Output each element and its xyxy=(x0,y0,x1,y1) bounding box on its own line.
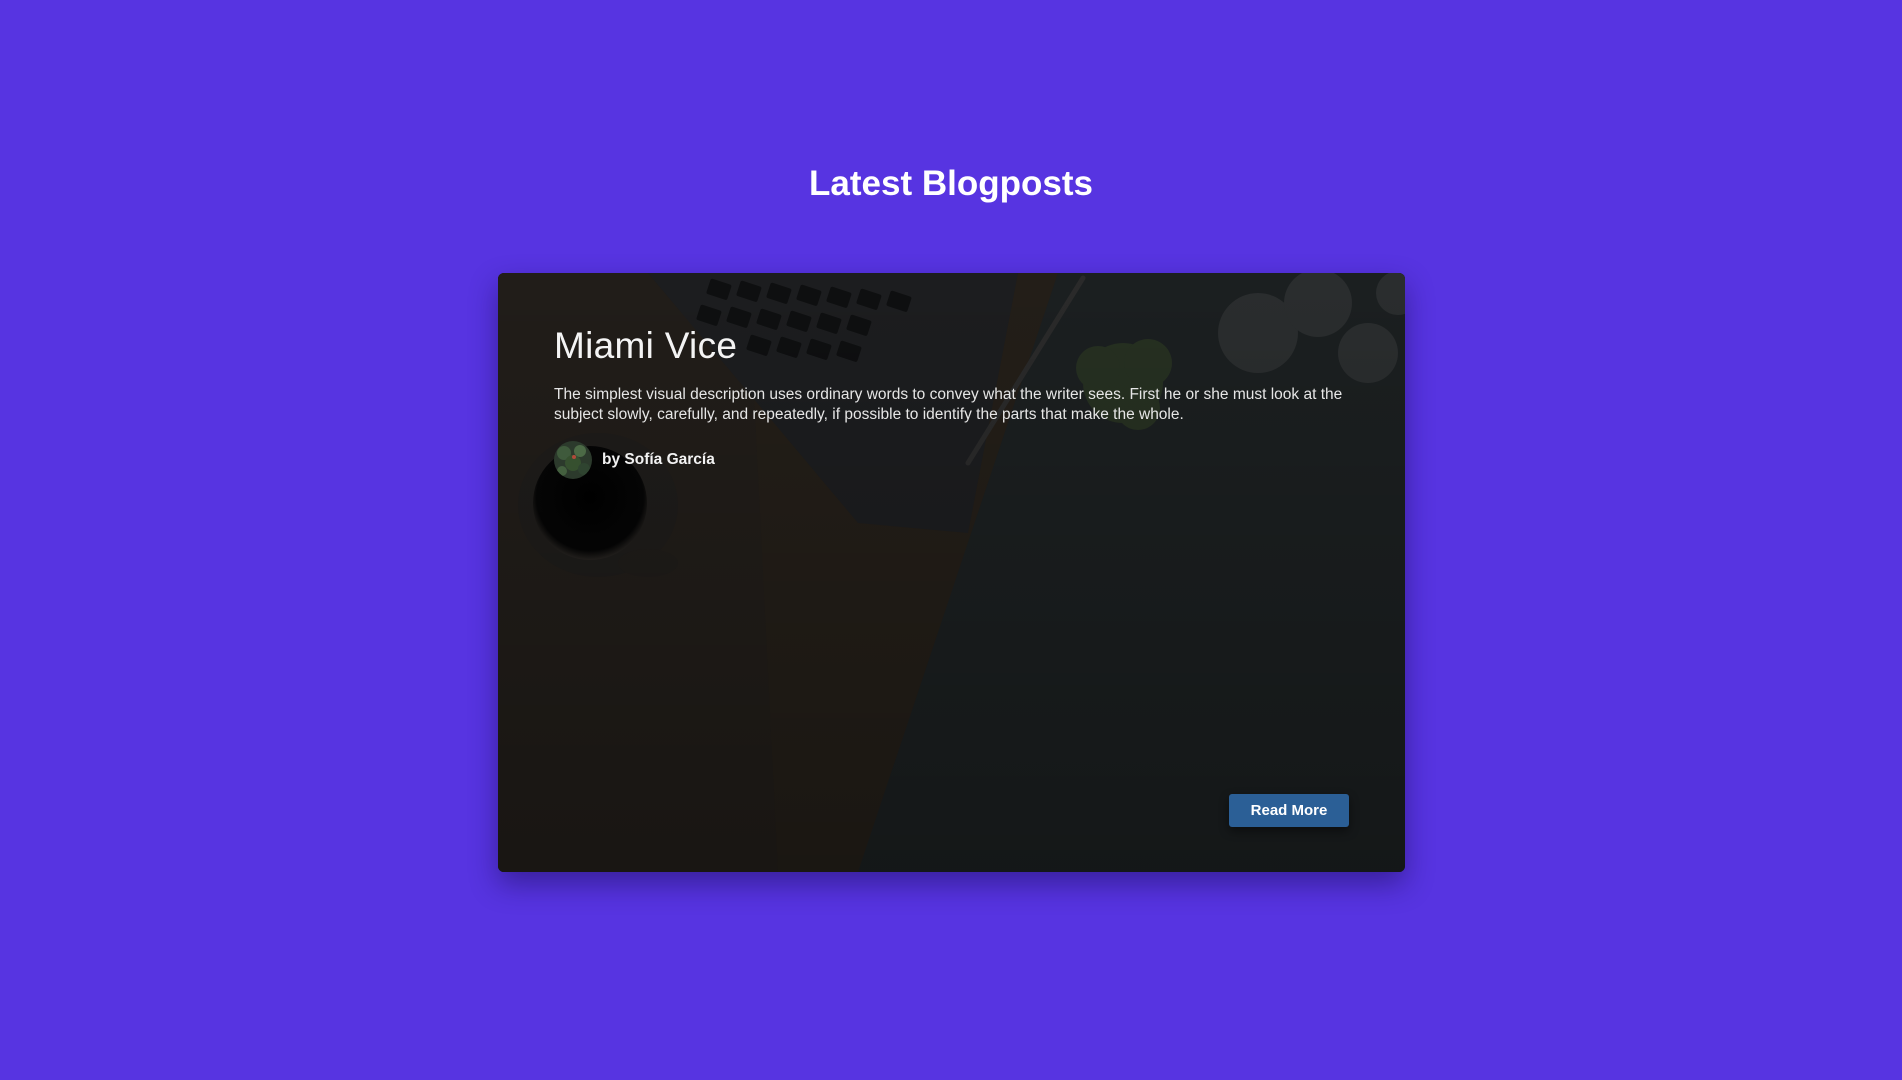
blog-card: Miami Vice The simplest visual descripti… xyxy=(498,273,1405,872)
blog-page: Latest Blogposts Miami Vice The simplest… xyxy=(0,0,1902,1080)
section-title: Latest Blogposts xyxy=(809,164,1093,203)
card-content: Miami Vice The simplest visual descripti… xyxy=(554,321,1354,479)
author-info: by Sofía García xyxy=(554,441,1354,479)
read-more-button[interactable]: Read More xyxy=(1229,794,1349,827)
post-title[interactable]: Miami Vice xyxy=(554,321,1354,371)
post-excerpt: The simplest visual description uses ord… xyxy=(554,386,1343,423)
author-avatar xyxy=(554,441,592,479)
author-name[interactable]: by Sofía García xyxy=(602,451,715,469)
